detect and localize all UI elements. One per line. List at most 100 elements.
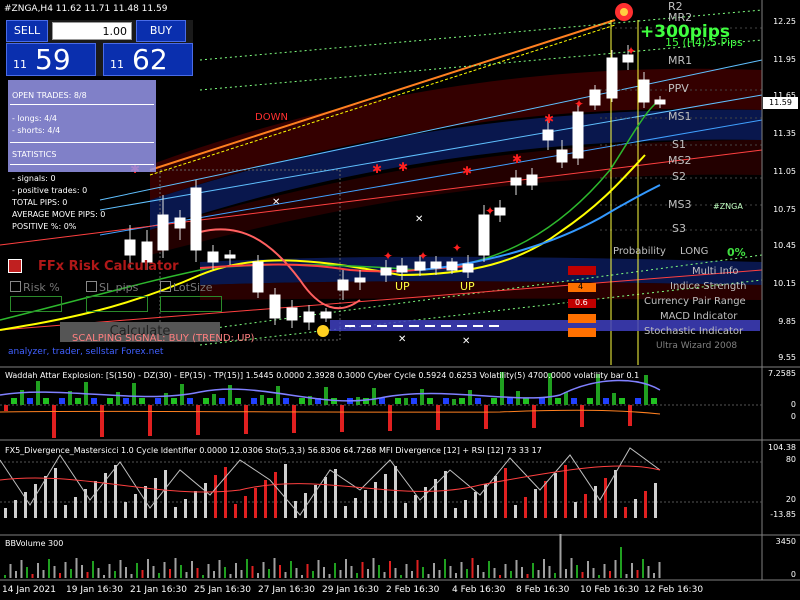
lot-size-input-field[interactable] bbox=[160, 296, 222, 312]
sl-pips-checkbox[interactable]: SL pips bbox=[86, 281, 138, 294]
total-pips-label: TOTAL PIPS: 0 bbox=[12, 198, 68, 207]
pivot-level-s3: S3 bbox=[672, 222, 686, 235]
waddah-dot bbox=[27, 398, 33, 404]
price-axis-label: 11.95 bbox=[773, 55, 796, 64]
multi-info-label: Multi Info bbox=[692, 266, 739, 277]
price-axis-label: 12.25 bbox=[773, 17, 796, 26]
risk-calculator-icon bbox=[8, 259, 22, 273]
waddah-bar bbox=[420, 389, 424, 405]
macd-indicator-label: MACD Indicator bbox=[660, 311, 738, 322]
date-axis-label: 29 Jan 16:30 bbox=[322, 585, 379, 595]
fx-histogram-bar bbox=[34, 484, 37, 518]
volume-bar bbox=[526, 574, 529, 578]
open-trades-label: OPEN TRADES: 8/8 bbox=[12, 91, 87, 100]
fx-histogram-bar bbox=[244, 496, 247, 518]
ask-price-big: 62 bbox=[132, 43, 168, 76]
fx-histogram-bar bbox=[534, 489, 537, 518]
waddah-bar bbox=[388, 405, 392, 431]
fx-histogram-bar bbox=[554, 473, 557, 518]
volume-bar bbox=[213, 571, 215, 578]
fx-axis-label: 20 bbox=[785, 495, 796, 504]
volume-bar bbox=[477, 565, 479, 578]
waddah-dot bbox=[571, 398, 577, 404]
volume-bar bbox=[444, 559, 446, 578]
volume-bar bbox=[26, 567, 28, 578]
indicator-box-value: 4 bbox=[578, 282, 584, 291]
volume-bar bbox=[92, 561, 94, 578]
volume-bar bbox=[339, 570, 342, 578]
volume-bar bbox=[169, 569, 171, 578]
bbvolume-axis-label: 0 bbox=[790, 570, 796, 579]
sell-button[interactable]: SELL bbox=[6, 20, 48, 42]
volume-bar bbox=[42, 570, 45, 578]
volume-bar bbox=[48, 559, 50, 578]
lot-size-checkbox[interactable]: LotSize bbox=[160, 281, 213, 294]
volume-bar bbox=[405, 564, 408, 578]
volume-bar bbox=[504, 564, 507, 578]
indicator-box-value: 0.6 bbox=[575, 298, 588, 307]
fx-histogram-bar bbox=[284, 464, 287, 518]
fx-histogram-bar bbox=[514, 505, 517, 518]
volume-bar bbox=[614, 560, 617, 578]
waddah-dot bbox=[139, 398, 145, 404]
fx-histogram-bar bbox=[374, 482, 377, 518]
volume-bar bbox=[367, 569, 369, 578]
buy-button[interactable]: BUY bbox=[136, 20, 186, 42]
volume-bar bbox=[262, 562, 265, 578]
volume-bar bbox=[620, 547, 622, 578]
waddah-dot bbox=[299, 398, 305, 404]
pivot-level-mr2: MR2 bbox=[668, 11, 693, 24]
risk-pct-input[interactable] bbox=[10, 296, 62, 312]
waddah-dot bbox=[427, 398, 433, 404]
volume-bar bbox=[9, 564, 12, 578]
sl-pips-input[interactable] bbox=[86, 296, 148, 312]
fx-histogram-bar bbox=[624, 507, 627, 518]
volume-bar bbox=[295, 568, 298, 578]
volume-bar bbox=[383, 572, 386, 578]
waddah-bar bbox=[132, 383, 136, 405]
waddah-dot bbox=[555, 398, 561, 404]
waddah-bar bbox=[4, 405, 8, 411]
volume-bar bbox=[180, 565, 182, 578]
waddah-dot bbox=[443, 398, 449, 404]
volume-bar bbox=[251, 566, 254, 578]
price-axis-label: 10.45 bbox=[773, 241, 796, 250]
volume-bar bbox=[411, 571, 413, 578]
candle-body bbox=[478, 214, 490, 256]
current-price-marker: 11.59 bbox=[763, 97, 798, 109]
signals-label: - signals: 0 bbox=[12, 174, 56, 183]
waddah-bar bbox=[580, 405, 584, 427]
candle-body bbox=[414, 261, 426, 271]
waddah-dot bbox=[59, 398, 65, 404]
price-axis-label: 11.05 bbox=[773, 167, 796, 176]
ask-price-box[interactable]: 11 62 bbox=[103, 43, 193, 76]
volume-bar bbox=[427, 574, 430, 578]
lot-size-input[interactable]: 1.00 bbox=[52, 22, 132, 40]
risk-pct-checkbox[interactable]: Risk % bbox=[10, 281, 60, 294]
waddah-bar bbox=[452, 399, 456, 405]
waddah-dot bbox=[619, 398, 625, 404]
fx-histogram-bar bbox=[394, 466, 397, 518]
fx-histogram-bar bbox=[274, 472, 277, 518]
date-axis-label: 10 Feb 16:30 bbox=[580, 585, 640, 595]
volume-bar bbox=[257, 573, 259, 578]
volume-bar bbox=[642, 559, 644, 578]
date-axis-label: 14 Jan 2021 bbox=[2, 585, 56, 595]
longs-label: - longs: 4/4 bbox=[12, 114, 57, 123]
candle-body bbox=[526, 174, 538, 186]
price-axis-label: 9.55 bbox=[778, 353, 796, 362]
long-label: LONG bbox=[680, 246, 709, 257]
waddah-dot bbox=[651, 398, 657, 404]
volume-bar bbox=[422, 567, 424, 578]
volume-bar bbox=[218, 560, 221, 578]
waddah-dot bbox=[507, 398, 513, 404]
bid-price-box[interactable]: 11 59 bbox=[6, 43, 96, 76]
volume-bar bbox=[653, 573, 655, 578]
svg-text:✦: ✦ bbox=[626, 44, 636, 58]
volume-bar bbox=[103, 575, 105, 578]
waddah-dot bbox=[75, 398, 81, 404]
waddah-bar bbox=[52, 405, 56, 438]
svg-text:✦: ✦ bbox=[383, 249, 393, 263]
svg-text:✦: ✦ bbox=[418, 249, 428, 263]
fx-histogram-bar bbox=[124, 502, 127, 518]
